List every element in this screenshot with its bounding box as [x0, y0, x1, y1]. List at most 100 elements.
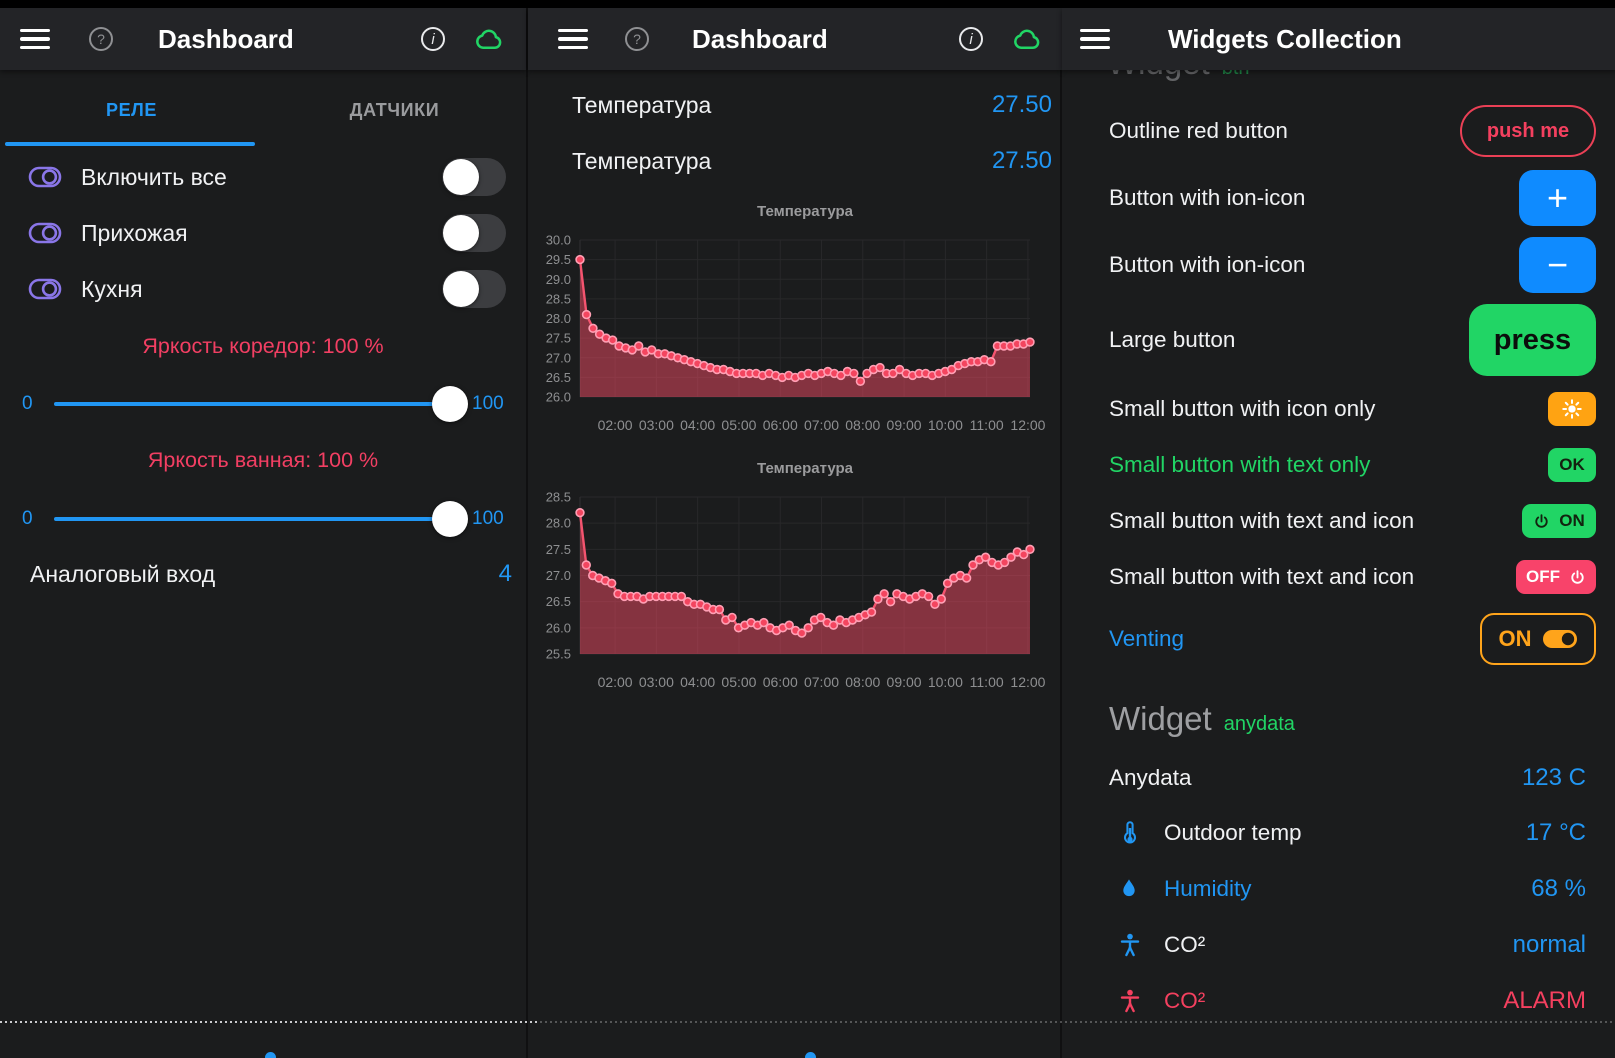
slider-max-label: 100 [472, 393, 516, 415]
widget-label: Large button [1109, 327, 1235, 353]
slider-title: Яркость коредор: 100 % [0, 334, 526, 359]
appbar-middle: ? Dashboard i [528, 8, 1062, 70]
svg-text:07:00: 07:00 [804, 417, 839, 433]
svg-text:02:00: 02:00 [598, 674, 633, 690]
svg-text:08:00: 08:00 [845, 674, 880, 690]
data-value: 123 C [1522, 764, 1586, 792]
data-row: Outdoor temp 17 °C [1062, 805, 1615, 861]
slider-min-label: 0 [22, 393, 48, 415]
svg-text:28.5: 28.5 [546, 291, 571, 306]
svg-text:12:00: 12:00 [1010, 674, 1045, 690]
page-title: Widgets Collection [1168, 24, 1402, 55]
data-label: Outdoor temp [1164, 820, 1302, 846]
section-subtitle: anydata [1224, 713, 1295, 736]
svg-text:27.5: 27.5 [546, 331, 571, 346]
svg-text:11:00: 11:00 [970, 417, 1004, 433]
svg-text:11:00: 11:00 [970, 674, 1004, 690]
ok-button[interactable]: OK [1548, 448, 1596, 482]
info-icon[interactable]: i [958, 26, 984, 52]
svg-text:29.5: 29.5 [546, 252, 571, 267]
widget-label: Small button with icon only [1109, 396, 1375, 422]
widget-row: Small button with text only OK [1062, 437, 1615, 493]
widget-row: Button with ion-icon − [1062, 237, 1615, 293]
svg-text:26.0: 26.0 [546, 620, 571, 635]
menu-icon[interactable] [558, 29, 588, 50]
venting-toggle-button[interactable]: ON [1480, 613, 1596, 665]
slider-title: Яркость ванная: 100 % [0, 448, 526, 473]
svg-text:05:00: 05:00 [721, 417, 756, 433]
analog-label: Аналоговый вход [30, 561, 215, 588]
page-indicator-dot [805, 1052, 816, 1058]
analog-input-row: Аналоговый вход 4 [0, 546, 526, 602]
svg-text:?: ? [633, 31, 641, 47]
svg-text:Температура: Температура [757, 203, 854, 220]
info-icon[interactable]: i [420, 26, 446, 52]
page-indicator-dot [265, 1052, 276, 1058]
switch-row: Кухня [0, 261, 526, 317]
svg-text:28.5: 28.5 [546, 490, 571, 505]
data-value: normal [1513, 931, 1586, 959]
menu-icon[interactable] [20, 29, 50, 50]
power-icon [1569, 569, 1586, 586]
person-icon [1118, 932, 1144, 958]
section-heading: Widget anydata [1109, 700, 1295, 738]
slider-track[interactable] [54, 501, 458, 537]
sensor-value: 27.50 [992, 91, 1052, 119]
help-icon[interactable]: ? [624, 26, 650, 52]
help-icon[interactable]: ? [88, 26, 114, 52]
widget-row: Venting ON [1062, 611, 1615, 667]
svg-text:06:00: 06:00 [763, 417, 798, 433]
slider-thumb[interactable] [432, 501, 468, 537]
cloud-status-icon[interactable] [468, 24, 510, 54]
tab-rele[interactable]: РЕЛЕ [0, 84, 263, 142]
svg-text:03:00: 03:00 [639, 417, 674, 433]
menu-icon[interactable] [1080, 29, 1110, 50]
cloud-status-icon[interactable] [1006, 24, 1048, 54]
tab-bar: РЕЛЕ ДАТЧИКИ [0, 84, 526, 142]
svg-text:28.0: 28.0 [546, 516, 571, 531]
widget-label: Venting [1109, 626, 1184, 652]
switch-kitchen[interactable] [442, 270, 506, 308]
tab-datchiki[interactable]: ДАТЧИКИ [263, 84, 526, 142]
thermometer-icon [1118, 819, 1144, 847]
sensor-label: Температура [572, 148, 711, 175]
data-label: CO² [1164, 932, 1205, 958]
data-value: 17 °C [1526, 819, 1586, 847]
widget-row: Small button with text and icon OFF [1062, 549, 1615, 605]
switch-label: Прихожая [81, 220, 188, 247]
page-title: Dashboard [158, 24, 294, 55]
push-me-button[interactable]: push me [1460, 105, 1596, 157]
svg-text:04:00: 04:00 [680, 674, 715, 690]
sensor-value-row: Температура 27.50 [528, 77, 1062, 133]
svg-text:i: i [431, 31, 435, 48]
press-button[interactable]: press [1469, 304, 1596, 376]
widget-label: Button with ion-icon [1109, 252, 1305, 278]
sun-icon-button[interactable] [1548, 392, 1596, 426]
widget-row: Large button press [1062, 304, 1615, 376]
on-button[interactable]: ON [1522, 504, 1596, 538]
off-button[interactable]: OFF [1516, 560, 1596, 594]
svg-text:12:00: 12:00 [1010, 417, 1045, 433]
svg-text:26.0: 26.0 [546, 390, 571, 405]
svg-text:09:00: 09:00 [887, 417, 922, 433]
svg-text:25.5: 25.5 [546, 647, 571, 662]
minus-button[interactable]: − [1519, 237, 1596, 293]
panel-dashboard-relays: ? Dashboard i РЕЛЕ ДАТЧИКИ Включить все [0, 0, 526, 1058]
toggle-on-icon [1542, 628, 1578, 650]
toggle-icon [28, 221, 64, 245]
appbar-left: ? Dashboard i [0, 8, 526, 70]
slider-thumb[interactable] [432, 386, 468, 422]
switch-all[interactable] [442, 158, 506, 196]
svg-text:26.5: 26.5 [546, 594, 571, 609]
widget-label: Button with ion-icon [1109, 185, 1305, 211]
widget-label: Small button with text and icon [1109, 564, 1414, 590]
dotted-divider [540, 1021, 1615, 1023]
switch-hallway[interactable] [442, 214, 506, 252]
slider-bathroom: 0 100 [0, 491, 526, 547]
analog-value: 4 [499, 560, 512, 588]
data-value: 68 % [1531, 875, 1586, 903]
dotted-divider [0, 1021, 540, 1023]
plus-button[interactable]: + [1519, 170, 1596, 226]
svg-text:10:00: 10:00 [928, 674, 963, 690]
slider-track[interactable] [54, 386, 458, 422]
